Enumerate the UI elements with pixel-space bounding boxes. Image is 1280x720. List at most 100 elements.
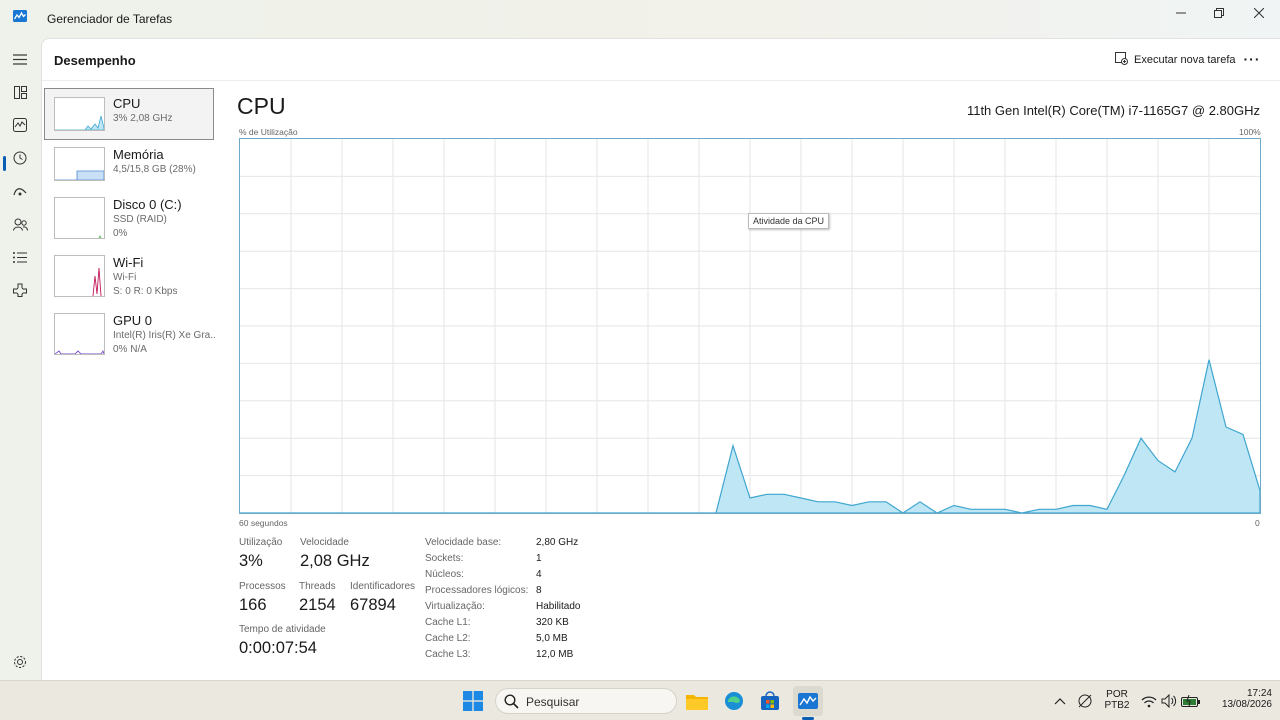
spec-value: 8 xyxy=(536,585,542,596)
device-usage: 0% N/A xyxy=(113,344,147,355)
users-icon[interactable] xyxy=(8,212,32,236)
network-off-icon[interactable] xyxy=(1073,689,1097,713)
spec-value: Habilitado xyxy=(536,601,581,612)
minimize-button[interactable] xyxy=(1161,0,1201,26)
handles-value: 67894 xyxy=(350,596,396,614)
device-name: Disco 0 (C:) xyxy=(113,197,182,212)
language-code: POR xyxy=(1106,689,1128,700)
cpu-activity-graph xyxy=(239,138,1261,514)
device-name: GPU 0 xyxy=(113,313,153,328)
spec-value: 1 xyxy=(536,553,542,564)
device-detail: Intel(R) Iris(R) Xe Gra... xyxy=(113,330,215,341)
edge-browser-icon[interactable] xyxy=(722,689,746,713)
task-manager-app-icon xyxy=(13,9,27,22)
device-item-wifi[interactable]: Wi-Fi Wi-Fi S: 0 R: 0 Kbps xyxy=(44,247,214,299)
hamburger-menu-icon[interactable] xyxy=(8,47,32,71)
active-indicator xyxy=(3,156,6,171)
run-new-task-button[interactable]: Executar nova tarefa xyxy=(1115,52,1236,68)
memory-thumbnail-graph xyxy=(54,147,105,181)
utilization-label: Utilização xyxy=(239,537,283,548)
device-usage: 0% xyxy=(113,228,128,239)
spec-label: Cache L1: xyxy=(425,617,471,628)
clock-time: 17:24 xyxy=(1246,688,1272,699)
page-title: Desempenho xyxy=(54,53,136,68)
chevron-up-icon[interactable] xyxy=(1048,689,1072,713)
window-title: Gerenciador de Tarefas xyxy=(47,12,173,26)
services-icon[interactable] xyxy=(8,278,32,302)
gpu-thumbnail-graph xyxy=(54,313,105,355)
utilization-value: 3% xyxy=(239,552,263,570)
processes-icon[interactable] xyxy=(8,80,32,104)
device-item-cpu[interactable]: CPU 3% 2,08 GHz xyxy=(44,88,214,140)
spec-value: 12,0 MB xyxy=(536,649,574,660)
title-bar: Gerenciador de Tarefas xyxy=(0,0,1280,38)
spec-label: Sockets: xyxy=(425,553,464,564)
x-axis-right-label: 0 xyxy=(1255,518,1260,528)
spec-value: 4 xyxy=(536,569,542,580)
details-icon[interactable] xyxy=(8,245,32,269)
device-item-memory[interactable]: Memória 4,5/15,8 GB (28%) xyxy=(44,139,214,191)
restore-button[interactable] xyxy=(1199,0,1239,26)
device-item-gpu[interactable]: GPU 0 Intel(R) Iris(R) Xe Gra... 0% N/A xyxy=(44,305,215,357)
device-detail: SSD (RAID) xyxy=(113,214,167,225)
device-item-disk[interactable]: Disco 0 (C:) SSD (RAID) 0% xyxy=(44,189,214,241)
clock[interactable]: 17:24 13/08/2026 xyxy=(1208,688,1272,710)
threads-value: 2154 xyxy=(299,596,336,614)
uptime-label: Tempo de atividade xyxy=(239,624,326,635)
battery-charging-icon[interactable] xyxy=(1179,689,1203,713)
y-axis-max-label: 100% xyxy=(1239,127,1261,137)
taskbar-search-box[interactable]: Pesquisar xyxy=(495,688,677,714)
start-windows-icon[interactable] xyxy=(461,689,485,713)
device-name: CPU xyxy=(113,96,141,111)
device-name: Wi-Fi xyxy=(113,255,144,270)
spec-label: Processadores lógicos: xyxy=(425,585,529,596)
wifi-thumbnail-graph xyxy=(54,255,105,297)
threads-label: Threads xyxy=(299,581,336,592)
device-detail: Wi-Fi xyxy=(113,272,137,283)
spec-label: Núcleos: xyxy=(425,569,464,580)
taskbar: Pesquisar POR PTB2 17:24 13/08/2026 xyxy=(0,680,1280,720)
cpu-model: 11th Gen Intel(R) Core(TM) i7-1165G7 @ 2… xyxy=(966,103,1260,118)
processes-value: 166 xyxy=(239,596,267,614)
file-explorer-icon[interactable] xyxy=(685,689,709,713)
keyboard-layout: PTB2 xyxy=(1104,700,1130,711)
y-axis-label: % de Utilização xyxy=(239,127,298,137)
x-axis-left-label: 60 segundos xyxy=(239,518,288,528)
performance-icon[interactable] xyxy=(8,113,32,137)
panel-header: Desempenho Executar nova tarefa ··· xyxy=(42,39,1280,81)
speed-value: 2,08 GHz xyxy=(300,552,370,570)
spec-value: 320 KB xyxy=(536,617,569,628)
device-detail: 4,5/15,8 GB (28%) xyxy=(113,164,196,175)
cpu-thumbnail-graph xyxy=(54,97,105,131)
run-task-label: Executar nova tarefa xyxy=(1134,54,1236,66)
clock-date: 13/08/2026 xyxy=(1221,699,1272,710)
disk-thumbnail-graph xyxy=(54,197,105,239)
task-manager-taskbar-icon[interactable] xyxy=(793,686,823,716)
spec-label: Velocidade base: xyxy=(425,537,502,548)
handles-label: Identificadores xyxy=(350,581,416,592)
spec-label: Cache L3: xyxy=(425,649,471,660)
device-detail: 3% 2,08 GHz xyxy=(113,113,173,124)
more-options-button[interactable]: ··· xyxy=(1240,49,1264,69)
close-button[interactable] xyxy=(1239,0,1279,26)
search-placeholder: Pesquisar xyxy=(526,695,580,709)
microsoft-store-icon[interactable] xyxy=(758,689,782,713)
language-indicator[interactable]: POR PTB2 xyxy=(1100,689,1134,711)
device-name: Memória xyxy=(113,147,164,162)
spec-value: 2,80 GHz xyxy=(536,537,579,548)
uptime-value: 0:00:07:54 xyxy=(239,639,317,657)
device-throughput: S: 0 R: 0 Kbps xyxy=(113,286,178,297)
cpu-activity-tooltip: Atividade da CPU xyxy=(748,213,830,229)
spec-label: Virtualização: xyxy=(425,601,485,612)
main-panel: Desempenho Executar nova tarefa ··· CPU … xyxy=(41,38,1280,680)
spec-value: 5,0 MB xyxy=(536,633,568,644)
volume-icon[interactable] xyxy=(1157,689,1181,713)
spec-label: Cache L2: xyxy=(425,633,471,644)
run-task-icon xyxy=(1115,52,1128,68)
settings-gear-icon[interactable] xyxy=(12,654,28,670)
app-history-icon[interactable] xyxy=(8,146,32,170)
speed-label: Velocidade xyxy=(300,537,349,548)
processes-label: Processos xyxy=(239,581,286,592)
nav-rail xyxy=(0,38,40,680)
startup-apps-icon[interactable] xyxy=(8,179,32,203)
